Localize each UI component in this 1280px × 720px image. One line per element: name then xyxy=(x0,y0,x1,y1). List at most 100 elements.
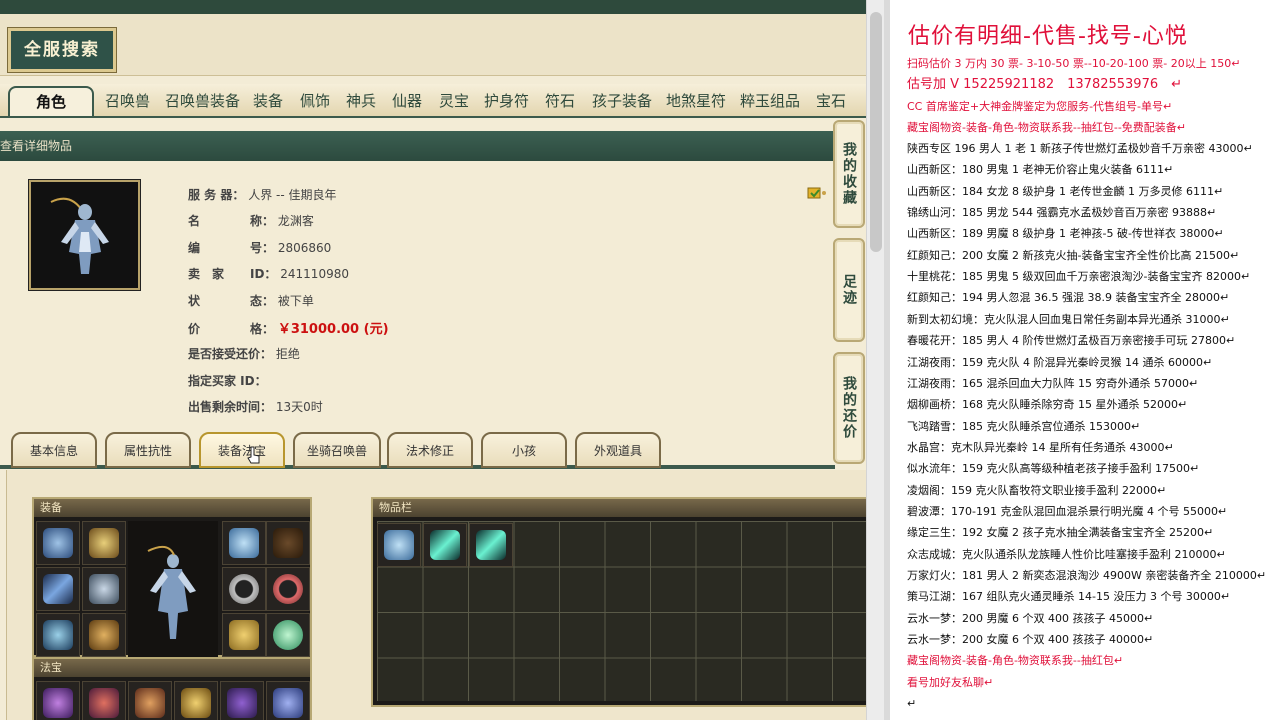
server-value: 人界 -- 佳期良年 xyxy=(248,188,337,202)
equip-slot-claw[interactable] xyxy=(266,521,310,565)
tab-immortal-artifact[interactable]: 仙器 xyxy=(392,90,422,111)
price-value: ￥31000.00 (元) xyxy=(277,322,389,337)
favorite-icon[interactable] xyxy=(807,186,827,200)
tab-child[interactable]: 小孩 xyxy=(481,432,567,468)
tab-rune-stone[interactable]: 符石 xyxy=(545,90,575,111)
equip-slot-ring2[interactable] xyxy=(266,567,310,611)
doc-line: 看号加好友私聊↵ xyxy=(907,675,994,689)
claw-icon xyxy=(273,528,303,558)
document-panel: 估价有明细-代售-找号-心悦 扫码估价 3 万内 30 票- 3-10-50 票… xyxy=(890,0,1280,720)
status-label-suffix: 态： xyxy=(250,294,275,308)
helmet-icon xyxy=(43,528,73,558)
fabao-slot-4[interactable] xyxy=(174,681,218,720)
equip-slot-necklace[interactable] xyxy=(82,521,126,565)
tab-gem[interactable]: 宝石 xyxy=(816,90,846,111)
info-price-row: 价 格： ￥31000.00 (元) xyxy=(188,318,389,337)
tab-spell-modifier[interactable]: 法术修正 xyxy=(387,432,473,468)
footprint-button[interactable]: 足迹 xyxy=(833,238,865,342)
top-band xyxy=(0,14,866,76)
seller-label: 卖 家 xyxy=(188,267,225,281)
tab-divine-weapon[interactable]: 神兵 xyxy=(346,90,376,111)
tab-jade-items[interactable]: 粹玉组品 xyxy=(740,90,800,111)
tab-attributes[interactable]: 属性抗性 xyxy=(105,432,191,468)
fabao-icon xyxy=(227,688,257,718)
inventory-panel: 物品栏 xyxy=(371,497,866,707)
doc-line: 众志成城：克火队通杀队龙族睡人性价比哇塞接手盈利 210000↵ xyxy=(907,547,1226,561)
equip-slot-weapon[interactable] xyxy=(36,567,80,611)
inventory-slot-2[interactable] xyxy=(423,523,467,567)
id-label: 编 xyxy=(188,241,201,255)
tab-earth-star-talisman[interactable]: 地煞星符 xyxy=(666,90,726,111)
tab-equipment[interactable]: 装备 xyxy=(253,90,283,111)
doc-line: CC 首席鉴定+大神金牌鉴定为您服务-代售组号-单号↵ xyxy=(907,100,1173,113)
item-id-value: 2806860 xyxy=(277,241,332,255)
equip-slot-belt[interactable] xyxy=(222,613,266,657)
doc-line: 江湖夜雨：159 克火队 4 阶混异光秦岭灵猴 14 通杀 60000↵ xyxy=(907,355,1213,369)
armor-icon xyxy=(89,574,119,604)
doc-line: 扫码估价 3 万内 30 票- 3-10-50 票--10-20-100 票- … xyxy=(907,57,1241,70)
tab-mount-summon[interactable]: 坐骑召唤兽 xyxy=(293,432,381,468)
doc-line: 红颜知己：200 女魔 2 新孩克火抽-装备宝宝齐全性价比高 21500↵ xyxy=(907,248,1240,262)
fabao-slot-2[interactable] xyxy=(82,681,126,720)
doc-line: 策马江湖：167 组队克火通灵睡杀 14-15 没压力 3 个号 30000↵ xyxy=(907,590,1231,604)
remaining-label: 出售剩余时间： xyxy=(188,400,273,414)
tab-child-equipment[interactable]: 孩子装备 xyxy=(592,90,652,111)
status-label: 状 xyxy=(188,294,201,308)
boots-icon xyxy=(89,620,119,650)
bargain-label: 是否接受还价： xyxy=(188,347,273,361)
tab-basic-info[interactable]: 基本信息 xyxy=(11,432,97,468)
doc-line: 凌烟阁：159 克火队畜牧符文职业接手盈利 22000↵ xyxy=(907,483,1167,497)
doc-line: 春暖花开：185 男人 4 阶传世燃灯孟极百万亲密接手可玩 27800↵ xyxy=(907,334,1236,348)
fabao-slot-6[interactable] xyxy=(266,681,310,720)
tab-equipment-fabao[interactable]: 装备法宝 xyxy=(199,432,285,468)
inventory-slot-1[interactable] xyxy=(377,523,421,567)
belt-icon xyxy=(229,620,259,650)
doc-line: ↵ xyxy=(907,697,917,711)
fabao-slot-5[interactable] xyxy=(220,681,264,720)
tab-summon-equipment[interactable]: 召唤兽装备 xyxy=(165,90,240,111)
equip-slot-mask[interactable] xyxy=(222,521,266,565)
doc-line: 十里桃花：185 男鬼 5 级双回血千万亲密浪淘沙-装备宝宝齐 82000↵ xyxy=(907,270,1251,284)
wand-icon xyxy=(43,620,73,650)
my-bargain-button[interactable]: 我的还价 xyxy=(833,352,865,464)
equip-slot-orb[interactable] xyxy=(266,613,310,657)
doc-line: 水晶宫：克木队异光秦岭 14 星所有任务通杀 43000↵ xyxy=(907,440,1174,454)
equip-slot-armor[interactable] xyxy=(82,567,126,611)
fabao-slot-1[interactable] xyxy=(36,681,80,720)
character-figure-icon xyxy=(50,197,109,274)
vertical-scrollbar[interactable] xyxy=(866,0,884,720)
equip-slot-helmet[interactable] xyxy=(36,521,80,565)
doc-line: 红颜知己：194 男人忽混 36.5 强混 38.9 装备宝宝齐全 28000↵ xyxy=(907,291,1230,305)
doc-line: 藏宝阁物资-装备-角色-物资联系我--抽红包↵ xyxy=(907,654,1124,668)
hand-cursor-icon xyxy=(247,446,260,464)
seller-label-suffix: ID： xyxy=(250,267,277,281)
inventory-panel-title: 物品栏 xyxy=(373,499,866,517)
server-label: 服 务 器： xyxy=(188,188,245,202)
equipment-panel: 装备 xyxy=(32,497,312,657)
bargain-value: 拒绝 xyxy=(275,347,300,361)
doc-line: 万家灯火：181 男人 2 新奕态混浪淘沙 4900W 亲密装备齐全 21000… xyxy=(907,569,1267,582)
equip-slot-wand[interactable] xyxy=(36,613,80,657)
inventory-slot-3[interactable] xyxy=(469,523,513,567)
equip-slot-boots[interactable] xyxy=(82,613,126,657)
tab-appearance-items[interactable]: 外观道具 xyxy=(575,432,661,468)
equipment-panel-title: 装备 xyxy=(34,499,310,517)
trade-panel: 全服搜索 角色 召唤兽 召唤兽装备 装备 佩饰 神兵 仙器 灵宝 护身符 符石 … xyxy=(0,0,866,720)
fabao-slot-3[interactable] xyxy=(128,681,172,720)
info-id-row: 编 号： 2806860 xyxy=(188,239,331,256)
status-value: 被下单 xyxy=(277,294,314,308)
equip-slot-ring1[interactable] xyxy=(222,567,266,611)
jade-orb-icon xyxy=(273,620,303,650)
server-search-button[interactable]: 全服搜索 xyxy=(7,27,117,73)
tab-accessory[interactable]: 佩饰 xyxy=(300,90,330,111)
doc-line: 新到太初幻境：克火队混人回血鬼日常任务副本异光通杀 31000↵ xyxy=(907,312,1230,326)
tab-amulet[interactable]: 护身符 xyxy=(484,90,529,111)
my-favorites-button[interactable]: 我的收藏 xyxy=(833,120,865,228)
tab-role[interactable]: 角色 xyxy=(8,86,95,116)
tab-spirit-treasure[interactable]: 灵宝 xyxy=(439,90,469,111)
id-label-suffix: 号： xyxy=(250,241,275,255)
info-server-row: 服 务 器： 人界 -- 佳期良年 xyxy=(188,186,336,203)
tab-summon-beast[interactable]: 召唤兽 xyxy=(105,90,150,111)
scrollbar-thumb[interactable] xyxy=(870,12,882,252)
info-bargain-row: 是否接受还价： 拒绝 xyxy=(188,345,300,362)
